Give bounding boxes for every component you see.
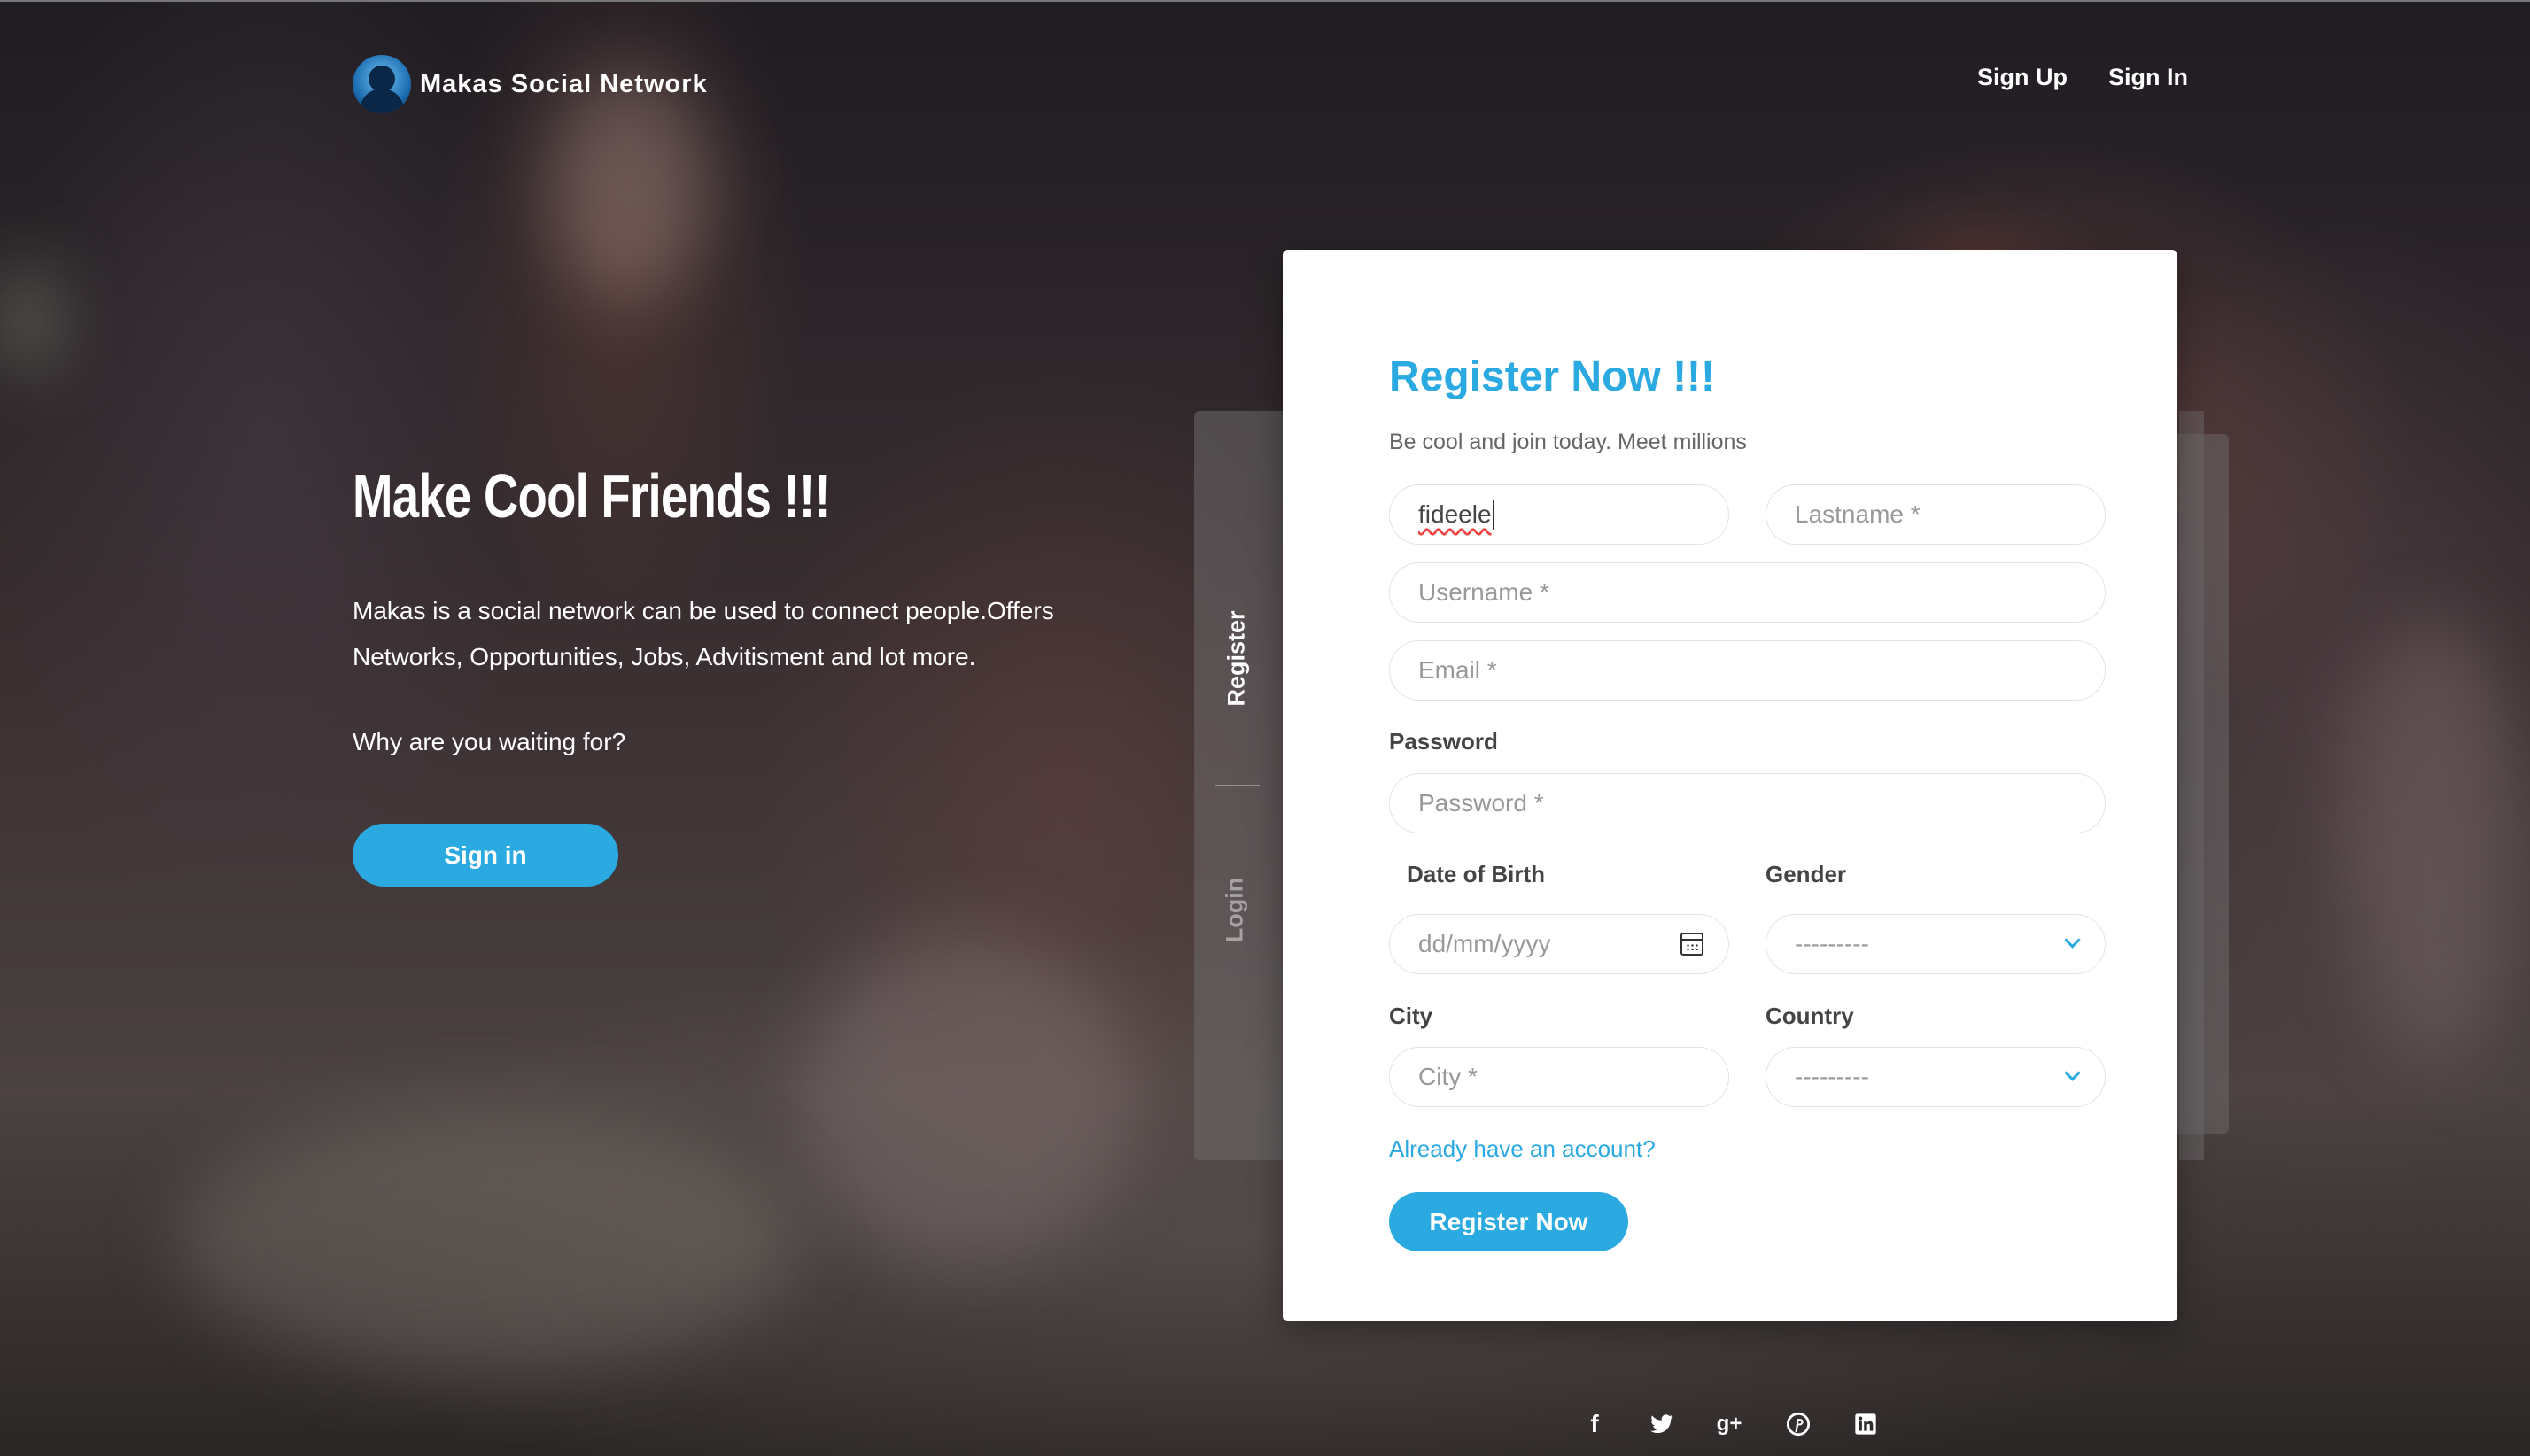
email-input[interactable]: Email * [1389, 640, 2106, 701]
background-blur [2348, 620, 2525, 1063]
linkedin-icon[interactable] [1848, 1406, 1883, 1442]
hero-question: Why are you waiting for? [353, 728, 626, 755]
nav-signin-link[interactable]: Sign In [2108, 64, 2188, 91]
calendar-icon[interactable] [1680, 933, 1703, 956]
gender-select[interactable]: --------- [1766, 914, 2106, 974]
dob-label: Date of Birth [1407, 861, 1545, 887]
lastname-placeholder: Lastname * [1795, 500, 1921, 528]
chevron-down-icon [2064, 1065, 2081, 1081]
side-tab-panel [1194, 411, 1292, 1160]
tab-divider [1215, 785, 1260, 786]
password-label: Password [1389, 728, 1498, 755]
city-placeholder: City * [1418, 1063, 1478, 1090]
hero-signin-button[interactable]: Sign in [353, 824, 618, 887]
tab-register[interactable]: Register [1223, 606, 1251, 712]
background-blur [797, 930, 1134, 1266]
password-input[interactable]: Password * [1389, 773, 2106, 833]
already-account-link[interactable]: Already have an account? [1389, 1135, 1656, 1163]
linkedin-glyph [1855, 1413, 1876, 1435]
pinterest-glyph [1786, 1412, 1811, 1437]
register-button[interactable]: Register Now [1389, 1192, 1628, 1251]
gender-selected: --------- [1795, 930, 1869, 957]
register-card: Register Now !!! Be cool and join today.… [1283, 250, 2177, 1321]
form-title: Register Now !!! [1389, 353, 1716, 400]
gender-label: Gender [1766, 861, 1847, 887]
lastname-input[interactable]: Lastname * [1766, 484, 2106, 545]
username-placeholder: Username * [1418, 578, 1549, 606]
chevron-down-icon [2064, 932, 2081, 949]
logo-icon [353, 55, 411, 113]
firstname-value: fideele [1418, 500, 1492, 528]
twitter-icon[interactable] [1644, 1406, 1680, 1442]
background-blur [0, 266, 53, 372]
form-subtitle: Be cool and join today. Meet millions [1389, 430, 1747, 454]
hero-description: Makas is a social network can be used to… [353, 597, 1054, 670]
top-border [0, 0, 2530, 2]
city-input[interactable]: City * [1389, 1047, 1729, 1107]
twitter-glyph [1650, 1414, 1673, 1434]
brand-name: Makas Social Network [420, 69, 708, 98]
dob-placeholder: dd/mm/yyyy [1418, 930, 1551, 957]
password-placeholder: Password * [1418, 789, 1544, 817]
firstname-input[interactable]: fideele [1389, 484, 1729, 545]
brand-logo[interactable]: Makas Social Network [353, 55, 708, 113]
text-caret [1492, 500, 1494, 530]
google-plus-icon[interactable]: g+ [1711, 1406, 1747, 1442]
email-placeholder: Email * [1418, 656, 1497, 684]
city-label: City [1389, 1003, 1433, 1029]
username-input[interactable]: Username * [1389, 562, 2106, 623]
background-blur [177, 1107, 797, 1373]
country-selected: --------- [1795, 1063, 1869, 1090]
country-select[interactable]: --------- [1766, 1047, 2106, 1107]
facebook-icon[interactable]: f [1577, 1406, 1612, 1442]
dob-input[interactable]: dd/mm/yyyy [1389, 914, 1729, 974]
country-label: Country [1766, 1003, 1854, 1029]
pinterest-icon[interactable] [1781, 1406, 1816, 1442]
tab-login[interactable]: Login [1222, 866, 1249, 955]
hero-title: Make Cool Friends !!! [353, 461, 831, 531]
nav-signup-link[interactable]: Sign Up [1977, 64, 2068, 91]
